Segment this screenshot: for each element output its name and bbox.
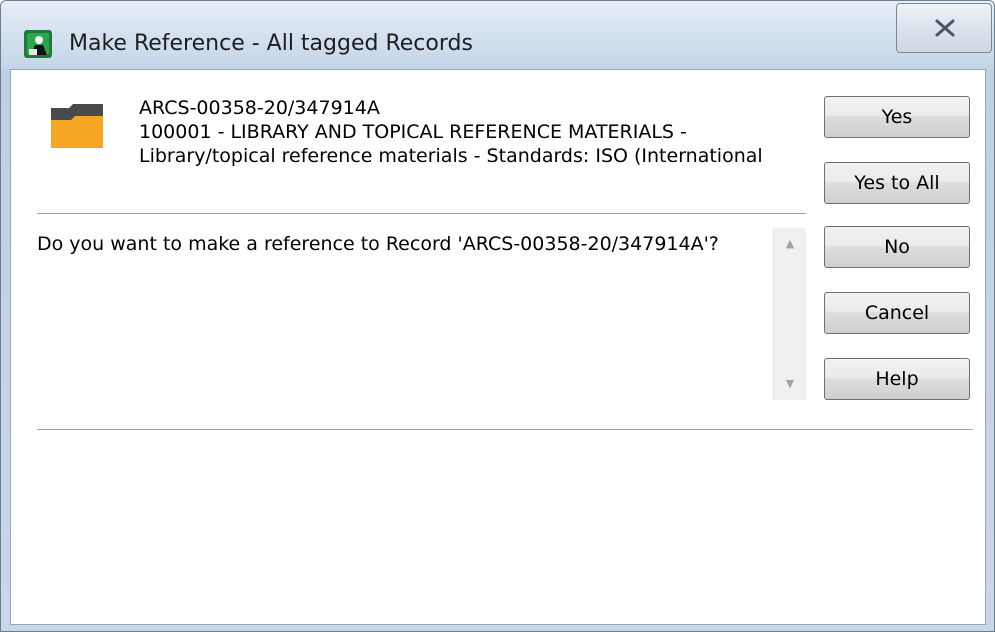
divider (37, 213, 806, 214)
folder-icon (49, 102, 105, 150)
dialog-body: ARCS-00358-20/347914A 100001 - LIBRARY A… (10, 69, 986, 625)
close-button[interactable] (896, 3, 992, 53)
title-bar[interactable]: Make Reference - All tagged Records (1, 1, 994, 69)
record-classification: 100001 - LIBRARY AND TOPICAL REFERENCE M… (139, 121, 687, 143)
message-scrollbar[interactable]: ▲ ▼ (773, 228, 806, 400)
record-number: ARCS-00358-20/347914A (139, 97, 380, 119)
yes-to-all-button[interactable]: Yes to All (824, 162, 970, 204)
divider (37, 429, 973, 430)
scroll-down-arrow-icon[interactable]: ▼ (774, 372, 806, 396)
close-icon (935, 19, 955, 37)
record-info: ARCS-00358-20/347914A 100001 - LIBRARY A… (139, 96, 809, 168)
app-icon (23, 29, 53, 59)
scroll-up-arrow-icon[interactable]: ▲ (774, 232, 806, 256)
window-title: Make Reference - All tagged Records (69, 31, 473, 56)
cancel-button[interactable]: Cancel (824, 292, 970, 334)
question-message: Do you want to make a reference to Recor… (37, 233, 719, 255)
record-title: Library/topical reference materials - St… (139, 145, 763, 167)
yes-button[interactable]: Yes (824, 96, 970, 138)
help-button[interactable]: Help (824, 358, 970, 400)
no-button[interactable]: No (824, 226, 970, 268)
dialog-window: Make Reference - All tagged Records ARCS… (0, 0, 995, 632)
